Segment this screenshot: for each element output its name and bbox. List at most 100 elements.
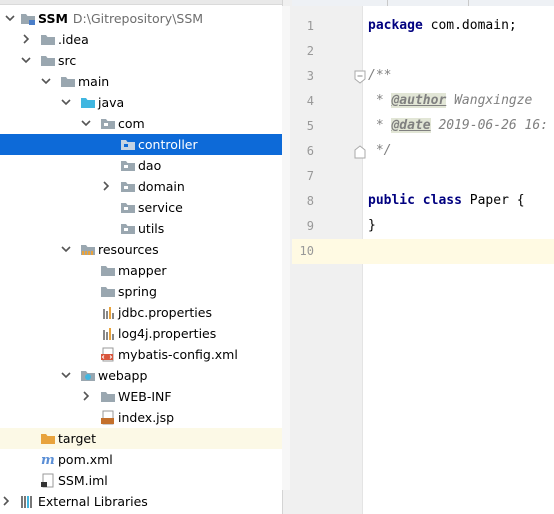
brace: {: [508, 193, 525, 208]
chevron-down-icon[interactable]: [60, 369, 72, 381]
code-line[interactable]: 4 * @author Wangxingze: [292, 89, 554, 114]
doc-comment: Wangxingze: [446, 93, 533, 108]
keyword: public: [368, 193, 415, 208]
chevron-down-icon[interactable]: [80, 117, 92, 129]
tree-row-java[interactable]: java: [0, 92, 282, 113]
tree-label: log4j.properties: [118, 326, 217, 341]
tree-label: SSM.iml: [58, 473, 108, 488]
tree-label: jdbc.properties: [118, 305, 212, 320]
tree-row-iml[interactable]: SSM.iml: [0, 470, 282, 491]
tree-row-main[interactable]: main: [0, 71, 282, 92]
tree-row-webapp[interactable]: webapp: [0, 365, 282, 386]
tree-row-utils[interactable]: utils: [0, 218, 282, 239]
chevron-right-icon[interactable]: [20, 33, 32, 45]
package-icon: [120, 179, 136, 194]
tree-row-target[interactable]: target: [0, 428, 282, 449]
line-number: 6: [306, 144, 314, 158]
tree-row-domain[interactable]: domain: [0, 176, 282, 197]
package-icon: [120, 137, 136, 152]
fold-start-icon[interactable]: [354, 69, 366, 84]
chevron-down-icon[interactable]: [40, 75, 52, 87]
editor-tab[interactable]: [388, 0, 469, 6]
doc-comment: */: [368, 143, 392, 158]
code-line[interactable]: 2: [292, 39, 554, 64]
doc-comment: /**: [368, 68, 392, 83]
chevron-right-icon[interactable]: [80, 390, 92, 402]
tree-label: pom.xml: [58, 452, 113, 467]
code-line-current[interactable]: 10: [292, 239, 554, 264]
javadoc-tag: @author: [391, 93, 447, 108]
tree-row-log4j-properties[interactable]: log4j.properties: [0, 323, 282, 344]
tree-row-controller[interactable]: controller: [0, 134, 282, 155]
resources-folder-icon: [80, 242, 96, 257]
properties-file-icon: [102, 305, 118, 320]
code-line[interactable]: 8 public class Paper {: [292, 189, 554, 214]
tree-label: dao: [138, 158, 162, 173]
folder-icon: [60, 74, 76, 89]
tree-label: WEB-INF: [118, 389, 172, 404]
tree-row-web-inf[interactable]: WEB-INF: [0, 386, 282, 407]
code-line[interactable]: 1 package com.domain;: [292, 14, 554, 39]
package-icon: [120, 200, 136, 215]
line-number: 3: [306, 69, 314, 83]
tree-label: mapper: [118, 263, 167, 278]
editor-tab[interactable]: [469, 0, 554, 6]
chevron-right-icon[interactable]: [0, 495, 12, 507]
tree-row-idea[interactable]: .idea: [0, 29, 282, 50]
tree-label: main: [78, 74, 110, 89]
tree-row-com[interactable]: com: [0, 113, 282, 134]
tree-label: spring: [118, 284, 157, 299]
tree-row-mapper[interactable]: mapper: [0, 260, 282, 281]
chevron-down-icon[interactable]: [20, 54, 32, 66]
line-number: 8: [306, 194, 314, 208]
tree-row-spring[interactable]: spring: [0, 281, 282, 302]
folder-icon: [40, 53, 56, 68]
chevron-right-icon[interactable]: [100, 180, 112, 192]
code-line[interactable]: 3 /**: [292, 64, 554, 89]
folder-icon: [100, 284, 116, 299]
line-number: 10: [299, 244, 314, 258]
tree-label: resources: [98, 242, 159, 257]
project-tree[interactable]: SSM D:\Gitrepository\SSM .idea src main j…: [0, 0, 282, 514]
tree-row-external-libraries[interactable]: External Libraries: [0, 491, 282, 512]
chevron-down-icon[interactable]: [4, 12, 16, 24]
tree-row-mybatis-config[interactable]: mybatis-config.xml: [0, 344, 282, 365]
tree-label: mybatis-config.xml: [118, 347, 238, 362]
tree-row-ssm[interactable]: SSM D:\Gitrepository\SSM: [0, 8, 282, 29]
code-line[interactable]: 6 */: [292, 139, 554, 164]
properties-file-icon: [102, 326, 118, 341]
tree-scrollbar[interactable]: [282, 6, 290, 490]
tree-row-jdbc-properties[interactable]: jdbc.properties: [0, 302, 282, 323]
tree-label: src: [58, 53, 77, 68]
code-line[interactable]: 7: [292, 164, 554, 189]
code-line[interactable]: 9 }: [292, 214, 554, 239]
tree-label: index.jsp: [118, 410, 175, 425]
line-number: 7: [306, 169, 314, 183]
folder-icon: [40, 32, 56, 47]
tree-label: com: [118, 116, 145, 131]
chevron-down-icon[interactable]: [60, 96, 72, 108]
tree-row-dao[interactable]: dao: [0, 155, 282, 176]
tree-label: utils: [138, 221, 165, 236]
line-number: 9: [306, 219, 314, 233]
svg-text:m: m: [41, 453, 55, 467]
class-name: Paper: [469, 193, 509, 208]
tree-row-resources[interactable]: resources: [0, 239, 282, 260]
maven-file-icon: m: [40, 452, 56, 468]
code-line[interactable]: 5 * @date 2019-06-26 16:: [292, 114, 554, 139]
fold-end-icon[interactable]: [354, 144, 366, 159]
folder-icon: [100, 389, 116, 404]
tree-row-index-jsp[interactable]: index.jsp: [0, 407, 282, 428]
code-editor[interactable]: 1 package com.domain; 2 3 /** 4 * @autho…: [292, 0, 554, 514]
line-number: 2: [306, 44, 314, 58]
brace: }: [368, 218, 376, 233]
tree-row-pom[interactable]: m pom.xml: [0, 449, 282, 470]
chevron-down-icon[interactable]: [60, 243, 72, 255]
tree-row-service[interactable]: service: [0, 197, 282, 218]
package-icon: [120, 158, 136, 173]
libraries-icon: [20, 494, 36, 509]
tree-header-strip: [0, 0, 282, 5]
jsp-file-icon: [100, 410, 116, 425]
tree-row-src[interactable]: src: [0, 50, 282, 71]
excluded-folder-icon: [40, 431, 56, 446]
